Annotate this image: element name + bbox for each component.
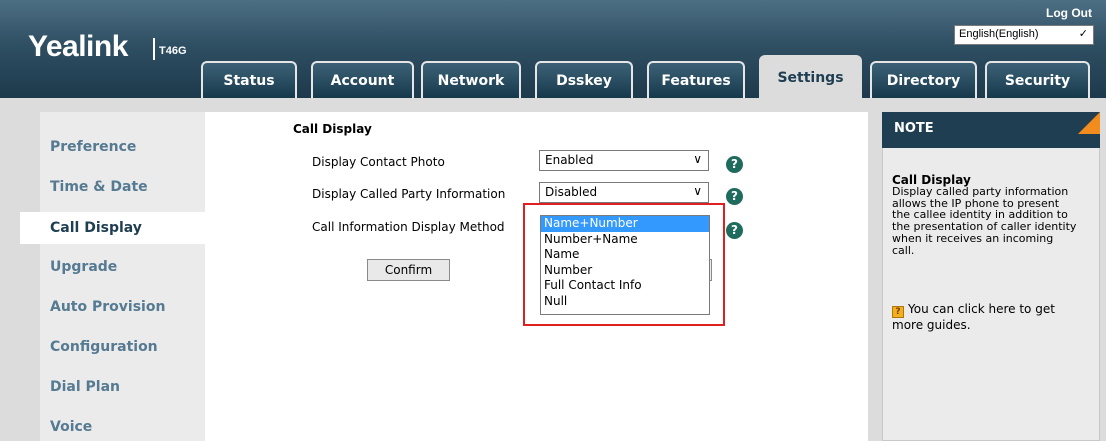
yealink-logo: Yealink: [28, 30, 128, 63]
chevron-down-icon: ∨: [693, 152, 702, 166]
note-corner-fold: [1078, 112, 1100, 134]
logout-link[interactable]: Log Out: [1046, 6, 1092, 20]
display-called-party-select[interactable]: Disabled ∨: [539, 182, 709, 203]
call-info-display-method-label: Call Information Display Method: [312, 220, 505, 234]
confirm-button[interactable]: Confirm: [367, 259, 450, 281]
sidebar-item-upgrade[interactable]: Upgrade: [50, 259, 117, 275]
help-icon[interactable]: ?: [726, 156, 743, 173]
note-title: NOTE: [894, 121, 934, 136]
tab-status[interactable]: Status: [201, 61, 297, 98]
display-contact-photo-select[interactable]: Enabled ∨: [539, 150, 709, 171]
display-called-party-value: Disabled: [545, 185, 598, 199]
tab-settings[interactable]: Settings: [759, 55, 862, 98]
tab-dsskey[interactable]: Dsskey: [535, 61, 633, 98]
note-line: Display called party information: [892, 185, 1069, 198]
display-called-party-label: Display Called Party Information: [312, 187, 506, 201]
note-panel: [882, 112, 1100, 441]
sidebar-item-time-date[interactable]: Time & Date: [50, 179, 148, 195]
guide-line: more guides.: [892, 318, 971, 332]
language-select[interactable]: English(English) ✓: [954, 25, 1094, 45]
help-icon[interactable]: ?: [726, 222, 743, 239]
sidebar-item-configuration[interactable]: Configuration: [50, 339, 158, 355]
guide-icon: ?: [892, 306, 904, 318]
chevron-down-icon: ∨: [693, 184, 702, 198]
sidebar-item-preference[interactable]: Preference: [50, 139, 136, 155]
logo-separator: [153, 38, 155, 60]
tab-features[interactable]: Features: [647, 61, 745, 98]
note-body: Display called party information allows …: [892, 186, 1092, 256]
note-guide-link[interactable]: ? You can click here to get more guides.: [892, 302, 1092, 332]
model-label: T46G: [159, 45, 187, 57]
tab-directory[interactable]: Directory: [870, 61, 977, 98]
note-line: call.: [892, 243, 915, 257]
section-title: Call Display: [293, 122, 372, 136]
guide-line: You can click here to get: [908, 302, 1055, 316]
help-icon[interactable]: ?: [726, 188, 743, 205]
tab-security[interactable]: Security: [985, 61, 1090, 98]
chevron-down-icon: ✓: [1078, 28, 1088, 40]
sidebar-item-call-display[interactable]: Call Display: [50, 220, 142, 236]
sidebar-item-auto-provision[interactable]: Auto Provision: [50, 299, 165, 315]
language-value: English(English): [959, 28, 1039, 40]
note-line: when it receives an incoming: [892, 231, 1054, 245]
sidebar-item-dial-plan[interactable]: Dial Plan: [50, 379, 120, 395]
highlight-annotation-box: [523, 203, 725, 326]
tab-account[interactable]: Account: [311, 61, 414, 98]
sidebar-item-voice[interactable]: Voice: [50, 419, 92, 435]
tab-network[interactable]: Network: [421, 61, 521, 98]
display-contact-photo-label: Display Contact Photo: [312, 155, 445, 169]
display-contact-photo-value: Enabled: [545, 153, 594, 167]
